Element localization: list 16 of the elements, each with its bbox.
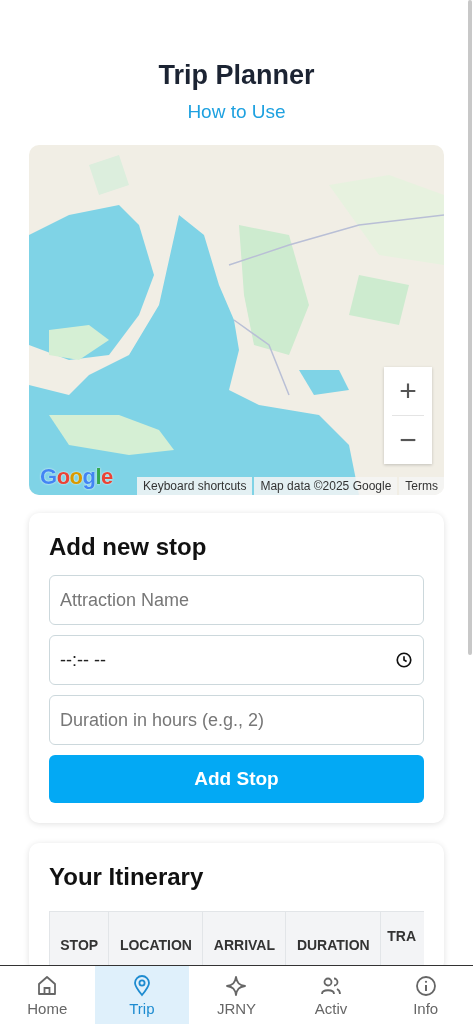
map-attribution-link[interactable]: Keyboard shortcuts: [137, 477, 253, 495]
card-title: Add new stop: [49, 533, 208, 561]
sparkle-icon: [224, 973, 249, 998]
card-title: Your Itinerary: [49, 863, 205, 891]
info-icon: [413, 973, 438, 998]
duration-field[interactable]: Duration in hours (e.g., 2): [49, 695, 424, 745]
page-title: Trip Planner: [158, 60, 315, 91]
attraction-name-field[interactable]: Attraction Name: [49, 575, 424, 625]
map[interactable]: + − Google Keyboard shortcuts Map data ©2025 Google Terms: [29, 145, 444, 495]
map-attribution-link[interactable]: Map data ©2025 Google: [254, 477, 398, 495]
time-field[interactable]: --:-- --: [49, 635, 424, 685]
map-attribution-link[interactable]: Terms: [399, 477, 444, 495]
zoom-in-button[interactable]: +: [384, 367, 432, 415]
zoom-out-button[interactable]: −: [384, 416, 432, 464]
clock-icon: [395, 651, 413, 669]
map-logo: Google: [40, 464, 113, 490]
